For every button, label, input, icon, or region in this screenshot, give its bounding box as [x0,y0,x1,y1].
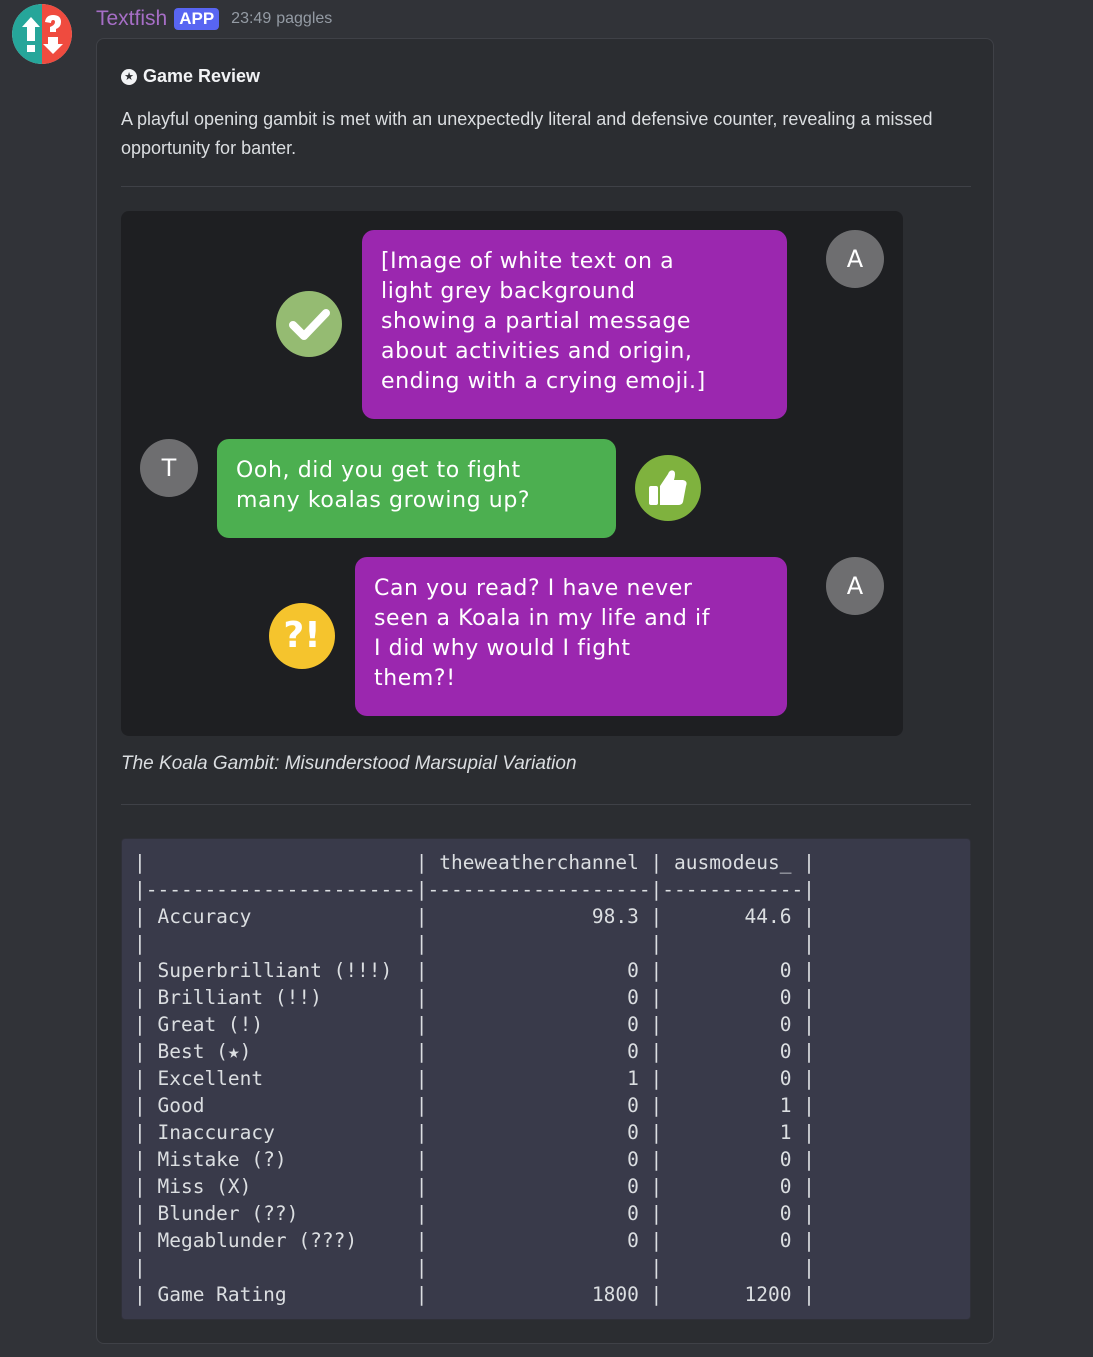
avatar-letter: T [161,454,177,482]
table-row: | Inaccuracy | 0 | 1 | [134,1121,815,1144]
table-row: | Game Rating | 1800 | 1200 | [134,1283,815,1306]
badge-text: ?! [283,615,321,656]
stats-table: | | theweatherchannel | ausmodeus_ | |---… [134,849,815,1308]
avatar-letter: A [846,245,864,273]
image-caption: The Koala Gambit: Misunderstood Marsupia… [121,753,577,774]
avatar: T [140,439,198,497]
table-row: | Mistake (?) | 0 | 0 | [134,1148,815,1171]
table-row: | Superbrilliant (!!!) | 0 | 0 | [134,959,815,982]
message-line: many koalas growing up? [236,488,531,513]
table-row: | Brilliant (!!) | 0 | 0 | [134,986,815,1009]
opponent-message-bubble: Can you read? I have never seen a Koala … [355,557,787,716]
table-row: | Great (!) | 0 | 0 | [134,1013,815,1036]
star-circle-icon: ★ [121,68,137,85]
table-row: | | theweatherchannel | ausmodeus_ | [134,851,815,874]
table-row: | Best (★) | 0 | 0 | [134,1040,815,1063]
thumbs-up-icon [635,455,701,521]
avatar: A [826,557,884,615]
message-line: about activities and origin, [381,339,693,364]
player-message-bubble: Ooh, did you get to fight many koalas gr… [217,439,616,538]
checkmark-icon [276,291,342,357]
table-row: | | | | [134,932,815,955]
table-row: | Excellent | 1 | 0 | [134,1067,815,1090]
app-badge: APP [174,8,220,30]
message-line: Ooh, did you get to fight [236,458,521,483]
message-line: I did why would I fight [374,636,631,661]
opponent-message-bubble: [Image of white text on a light grey bac… [362,230,787,419]
table-row: | Miss (X) | 0 | 0 | [134,1175,815,1198]
table-row: | | | | [134,1256,815,1279]
interesting-icon: ?! [269,603,335,669]
embed-title-text: Game Review [143,66,261,86]
message-line: [Image of white text on a [381,249,675,274]
embed-divider [121,186,971,187]
table-row: | Blunder (??) | 0 | 0 | [134,1202,815,1225]
message-header: Textfish APP 23:49 paggles [96,5,332,33]
bot-avatar[interactable] [12,4,72,64]
mention-user: paggles [276,10,333,27]
message-timestamp[interactable]: 23:49 [231,10,271,28]
avatar: A [826,230,884,288]
chat-review-image[interactable]: A [Image of white text on a light grey b… [121,211,903,736]
author-name[interactable]: Textfish [96,7,167,31]
message-line: ending with a crying emoji.] [381,369,706,394]
message-line: seen a Koala in my life and if [374,606,711,631]
table-row: | Good | 0 | 1 | [134,1094,815,1117]
table-row: |-----------------------|---------------… [134,878,815,901]
message-line: Can you read? I have never [374,576,693,601]
table-row: | Accuracy | 98.3 | 44.6 | [134,905,815,928]
textfish-logo-icon [12,4,72,64]
embed-description: A playful opening gambit is met with an … [121,109,933,158]
message-line: light grey background [381,279,636,304]
game-review-embed: ★ Game Review A playful opening gambit i… [96,38,994,1344]
avatar-letter: A [846,572,864,600]
embed-divider [121,804,971,805]
table-row: | Megablunder (???) | 0 | 0 | [134,1229,815,1252]
message-line: them?! [374,666,456,691]
embed-title: ★ Game Review [121,66,260,87]
stats-code-block[interactable]: | | theweatherchannel | ausmodeus_ | |---… [121,838,971,1320]
message-line: showing a partial message [381,309,692,334]
